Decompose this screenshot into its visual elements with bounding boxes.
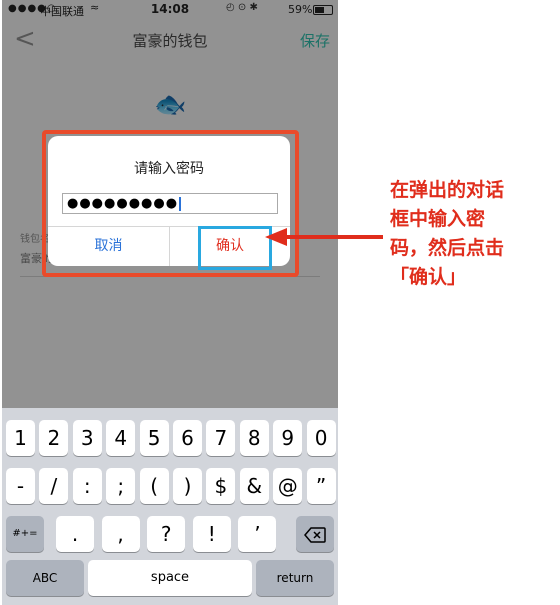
key-symbol[interactable]: ;: [106, 468, 136, 504]
key-symbol[interactable]: /: [39, 468, 69, 504]
key-punctuation[interactable]: .: [56, 516, 94, 552]
key-5[interactable]: 5: [139, 420, 169, 456]
key-symbol[interactable]: @: [273, 468, 303, 504]
return-key[interactable]: return: [256, 560, 334, 596]
keyboard: 1 2 3 4 5 6 7 8 9 0 - /:;() $ & @” #+=.,?!’ ABC space retu…: [2, 408, 338, 605]
key-2[interactable]: 2: [39, 420, 69, 456]
key-0[interactable]: 0: [306, 420, 336, 456]
key-symbol[interactable]: :: [72, 468, 102, 504]
key-punctuation[interactable]: ’: [238, 516, 277, 552]
phone-screen: ●●●●○ 中国联通 ≈ 14:08 ◴ ⊙ ✱ 59% < 富豪的钱包 保存 …: [2, 0, 338, 605]
key-symbol[interactable]: ): [173, 468, 202, 504]
key-3[interactable]: 3: [72, 420, 102, 456]
key-7[interactable]: 7: [206, 420, 236, 456]
key-symbol[interactable]: &: [239, 468, 269, 504]
key-symbol[interactable]: ”: [306, 468, 336, 504]
key-1[interactable]: 1: [6, 420, 35, 456]
annotation-callout: 在弹出的对话 框中输入密 码，然后点击 「确认」: [390, 176, 550, 292]
abc-key[interactable]: ABC: [6, 560, 84, 596]
callout-line-3: 码，然后点击: [390, 237, 505, 259]
key-8[interactable]: 8: [239, 420, 269, 456]
key-symbol[interactable]: -: [6, 468, 35, 504]
key-punctuation[interactable]: ,: [101, 516, 140, 552]
key-4[interactable]: 4: [106, 420, 136, 456]
annotation-arrow-icon: [265, 228, 383, 246]
key-9[interactable]: 9: [273, 420, 303, 456]
backspace-icon: [304, 526, 326, 543]
key-symbol[interactable]: $: [206, 468, 236, 504]
confirm-focus-frame: [198, 226, 272, 270]
more-symbols-key[interactable]: #+=: [6, 516, 44, 552]
key-punctuation[interactable]: ?: [147, 516, 186, 552]
key-punctuation[interactable]: !: [192, 516, 231, 552]
key-symbol[interactable]: (: [139, 468, 169, 504]
key-6[interactable]: 6: [173, 420, 202, 456]
delete-key[interactable]: [296, 516, 334, 552]
space-key[interactable]: space: [88, 560, 252, 596]
callout-line-4: 「确认」: [390, 266, 467, 288]
callout-line-1: 在弹出的对话: [390, 179, 505, 201]
callout-line-2: 框中输入密: [390, 208, 486, 230]
